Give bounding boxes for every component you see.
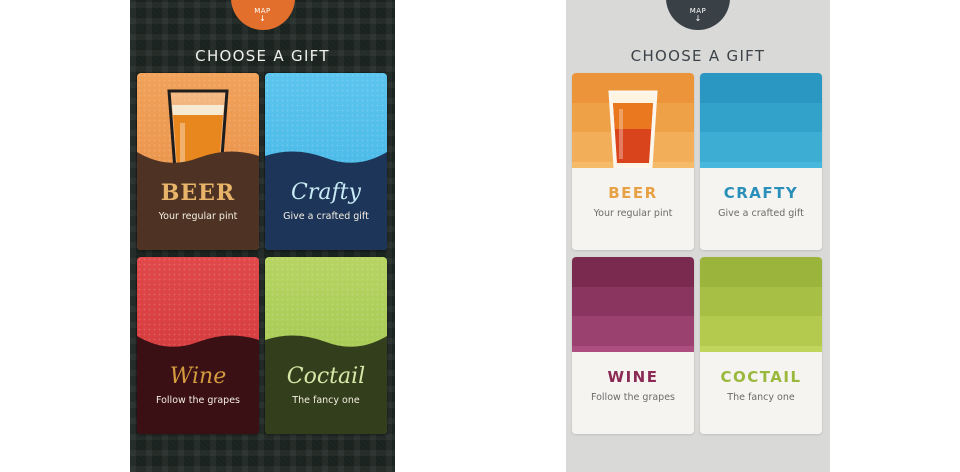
page-title: CHOOSE A GIFT [195, 47, 330, 65]
wave-divider [265, 335, 387, 354]
card-name: Crafty [291, 180, 361, 205]
card-subtitle: Your regular pint [593, 208, 673, 219]
card-label-area: BEER Your regular pint [137, 151, 259, 250]
card-subtitle: Follow the grapes [590, 392, 675, 403]
gift-card-coctail[interactable]: COCTAIL The fancy one [700, 257, 822, 434]
page-title: CHOOSE A GIFT [630, 47, 766, 65]
wave-divider [137, 151, 259, 170]
card-subtitle: Your regular pint [158, 211, 238, 222]
card-label-area: BEER Your regular pint [572, 168, 694, 250]
card-subtitle: The fancy one [727, 392, 795, 403]
card-label-area: WINE Follow the grapes [572, 352, 694, 434]
gift-card-beer[interactable]: BEER Your regular pint [572, 73, 694, 250]
card-name: WINE [607, 368, 659, 386]
card-subtitle: Give a crafted gift [283, 211, 369, 222]
card-name: CRAFTY [723, 184, 799, 202]
gift-card-crafty[interactable]: CRAFTY Give a crafted gift [700, 73, 822, 250]
card-name: Wine [169, 364, 227, 389]
beer-glass-icon [608, 90, 658, 169]
wave-divider [137, 335, 259, 354]
wave-divider [265, 151, 387, 170]
card-subtitle: The fancy one [292, 395, 360, 406]
gift-card-beer[interactable]: BEER Your regular pint [137, 73, 259, 250]
gift-card-wine[interactable]: WINE Follow the grapes [572, 257, 694, 434]
card-name: BEER [160, 180, 236, 206]
card-label-area: Wine Follow the grapes [137, 335, 259, 434]
gift-card-coctail[interactable]: Coctail The fancy one [265, 257, 387, 434]
textured-gift-screen: MAP ↓ CHOOSE A GIFT BEER Your regular pi… [130, 0, 395, 472]
map-arrow-icon: ↓ [259, 14, 266, 23]
card-name: BEER [608, 184, 658, 202]
gift-card-crafty[interactable]: Crafty Give a crafted gift [265, 73, 387, 250]
card-subtitle: Give a crafted gift [718, 208, 804, 219]
card-subtitle: Follow the grapes [155, 395, 240, 406]
flat-gift-screen: MAP ↓ CHOOSE A GIFT BEER Your regular pi… [566, 0, 830, 472]
card-label-area: COCTAIL The fancy one [700, 352, 822, 434]
card-name: Coctail [286, 364, 366, 389]
map-arrow-icon: ↓ [694, 14, 702, 23]
map-tab-button[interactable]: MAP ↓ [230, 0, 295, 30]
card-label-area: Crafty Give a crafted gift [265, 151, 387, 250]
card-label-area: Coctail The fancy one [265, 335, 387, 434]
map-tab-button[interactable]: MAP ↓ [666, 0, 730, 30]
gift-card-wine[interactable]: Wine Follow the grapes [137, 257, 259, 434]
card-name: COCTAIL [720, 368, 802, 386]
card-label-area: CRAFTY Give a crafted gift [700, 168, 822, 250]
